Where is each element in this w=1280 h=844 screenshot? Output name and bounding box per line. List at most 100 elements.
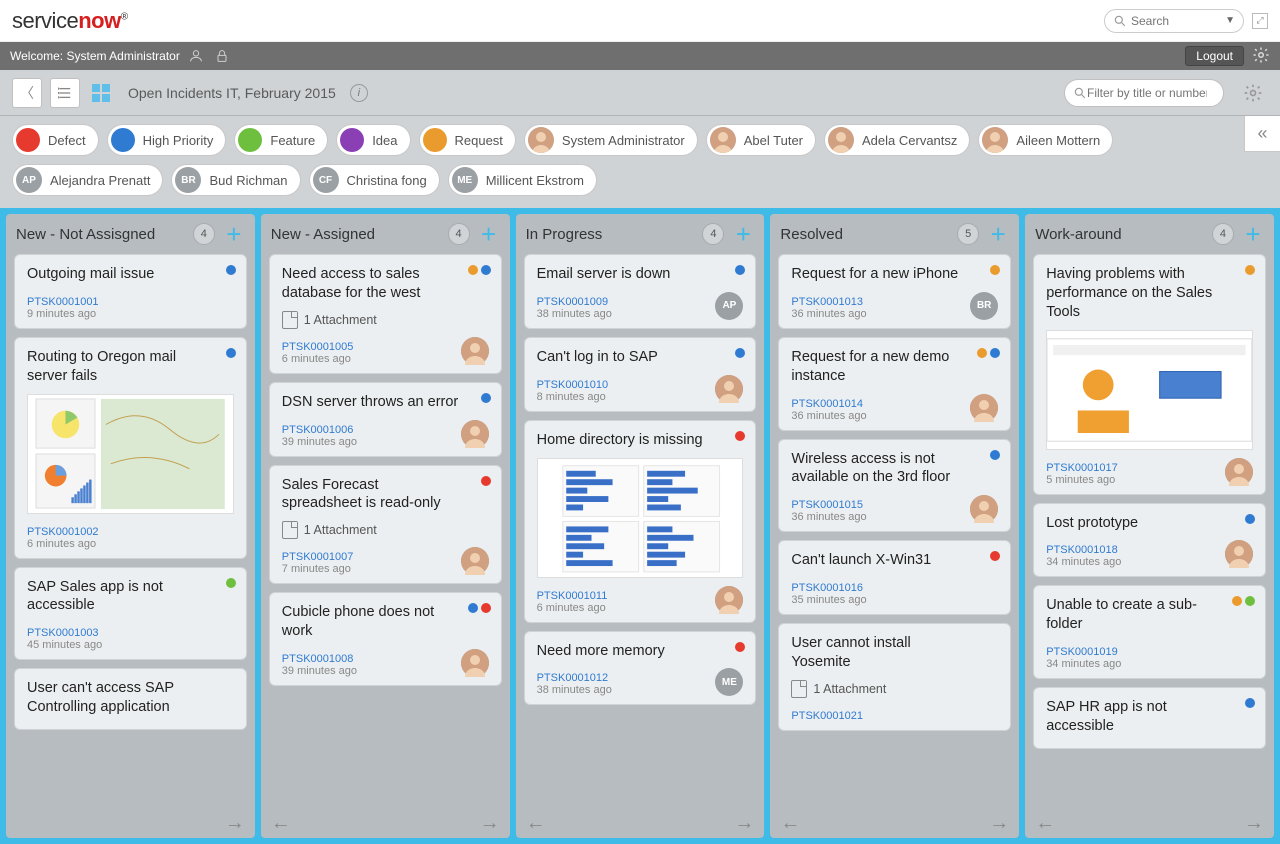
user-chip[interactable]: Adela Cervantsz xyxy=(824,124,970,156)
filter-input[interactable] xyxy=(1087,86,1207,100)
card-id[interactable]: PTSK0001006 xyxy=(282,424,357,436)
move-right-button[interactable]: → xyxy=(734,812,754,835)
column-header: In Progress 4 + xyxy=(516,214,765,254)
tag-chip[interactable]: High Priority xyxy=(107,124,227,156)
user-chip[interactable]: APAlejandra Prenatt xyxy=(12,164,163,196)
card-id[interactable]: PTSK0001014 xyxy=(791,398,866,410)
card-timestamp: 9 minutes ago xyxy=(27,308,99,320)
board-view-button[interactable] xyxy=(88,80,116,106)
board-card[interactable]: Outgoing mail issue PTSK0001001 9 minute… xyxy=(14,254,247,329)
board-card[interactable]: Having problems with performance on the … xyxy=(1033,254,1266,495)
card-id[interactable]: PTSK0001021 xyxy=(791,710,863,722)
column-footer: → xyxy=(6,808,255,838)
board-card[interactable]: Email server is down PTSK0001009 38 minu… xyxy=(524,254,757,329)
board-card[interactable]: SAP Sales app is not accessible PTSK0001… xyxy=(14,567,247,661)
expand-icon[interactable]: ⤢ xyxy=(1252,13,1268,29)
user-label: Bud Richman xyxy=(209,173,287,188)
lock-icon[interactable] xyxy=(214,48,230,64)
card-title: Can't log in to SAP xyxy=(537,348,744,367)
board-card[interactable]: User cannot install Yosemite 1 Attachmen… xyxy=(778,623,1011,731)
board-card[interactable]: Need access to sales database for the we… xyxy=(269,254,502,374)
card-id[interactable]: PTSK0001001 xyxy=(27,296,99,308)
card-id[interactable]: PTSK0001015 xyxy=(791,499,866,511)
move-left-button[interactable]: ← xyxy=(1035,812,1055,835)
board-card[interactable]: Home directory is missing PTSK0001011 6 … xyxy=(524,420,757,623)
back-button[interactable]: 〈 xyxy=(12,78,42,108)
welcome-bar: Welcome: System Administrator Logout xyxy=(0,42,1280,70)
collapse-filters-button[interactable]: « xyxy=(1244,116,1280,152)
board-card[interactable]: Unable to create a sub-folder PTSK000101… xyxy=(1033,585,1266,679)
card-id[interactable]: PTSK0001002 xyxy=(27,526,99,538)
attachment-indicator[interactable]: 1 Attachment xyxy=(282,521,489,539)
board-card[interactable]: Can't log in to SAP PTSK0001010 8 minute… xyxy=(524,337,757,412)
card-id[interactable]: PTSK0001013 xyxy=(791,296,866,308)
tag-dot xyxy=(990,450,1000,460)
card-id[interactable]: PTSK0001007 xyxy=(282,551,354,563)
list-view-button[interactable] xyxy=(50,78,80,108)
column-header: New - Assigned 4 + xyxy=(261,214,510,254)
move-right-button[interactable]: → xyxy=(480,812,500,835)
user-chip[interactable]: CFChristina fong xyxy=(309,164,440,196)
move-right-button[interactable]: → xyxy=(989,812,1009,835)
card-id[interactable]: PTSK0001019 xyxy=(1046,646,1121,658)
user-chip[interactable]: Abel Tuter xyxy=(706,124,816,156)
column-title: Resolved xyxy=(780,226,843,243)
card-id[interactable]: PTSK0001011 xyxy=(537,590,608,602)
move-left-button[interactable]: ← xyxy=(780,812,800,835)
card-id[interactable]: PTSK0001012 xyxy=(537,672,612,684)
move-left-button[interactable]: ← xyxy=(526,812,546,835)
add-card-button[interactable]: + xyxy=(223,223,245,245)
card-id[interactable]: PTSK0001017 xyxy=(1046,462,1118,474)
user-chip[interactable]: System Administrator xyxy=(524,124,698,156)
move-left-button[interactable]: ← xyxy=(271,812,291,835)
user-icon[interactable] xyxy=(188,48,204,64)
board-card[interactable]: Cubicle phone does not work PTSK0001008 … xyxy=(269,592,502,686)
attachment-icon xyxy=(791,680,807,698)
attachment-indicator[interactable]: 1 Attachment xyxy=(791,680,998,698)
card-id[interactable]: PTSK0001010 xyxy=(537,379,609,391)
board-card[interactable]: Request for a new demo instance PTSK0001… xyxy=(778,337,1011,431)
user-chip[interactable]: MEMillicent Ekstrom xyxy=(448,164,597,196)
global-search[interactable]: ▼ xyxy=(1104,9,1244,33)
avatar-initials: AP xyxy=(16,167,42,193)
gear-icon[interactable] xyxy=(1252,46,1270,67)
tag-chip[interactable]: Request xyxy=(419,124,516,156)
board-card[interactable]: Need more memory PTSK0001012 38 minutes … xyxy=(524,631,757,706)
attachment-indicator[interactable]: 1 Attachment xyxy=(282,311,489,329)
card-id[interactable]: PTSK0001009 xyxy=(537,296,612,308)
global-search-input[interactable] xyxy=(1131,14,1211,28)
board-card[interactable]: Wireless access is not available on the … xyxy=(778,439,1011,533)
tag-chip[interactable]: Defect xyxy=(12,124,99,156)
user-chip[interactable]: BRBud Richman xyxy=(171,164,300,196)
board-card[interactable]: Request for a new iPhone PTSK0001013 36 … xyxy=(778,254,1011,329)
board-column: Resolved 5 + Request for a new iPhone PT… xyxy=(770,214,1019,838)
filter-box[interactable] xyxy=(1064,79,1224,107)
add-card-button[interactable]: + xyxy=(987,223,1009,245)
card-id[interactable]: PTSK0001016 xyxy=(791,582,866,594)
card-id[interactable]: PTSK0001008 xyxy=(282,653,357,665)
add-card-button[interactable]: + xyxy=(732,223,754,245)
board-card[interactable]: User can't access SAP Controlling applic… xyxy=(14,668,247,730)
card-id[interactable]: PTSK0001018 xyxy=(1046,544,1121,556)
logout-button[interactable]: Logout xyxy=(1185,46,1244,66)
tag-chip[interactable]: Idea xyxy=(336,124,410,156)
board-card[interactable]: Lost prototype PTSK0001018 34 minutes ag… xyxy=(1033,503,1266,578)
move-right-button[interactable]: → xyxy=(1244,812,1264,835)
card-id[interactable]: PTSK0001005 xyxy=(282,341,354,353)
board-card[interactable]: Can't launch X-Win31 PTSK0001016 35 minu… xyxy=(778,540,1011,615)
board-card[interactable]: SAP HR app is not accessible xyxy=(1033,687,1266,749)
chevron-down-icon[interactable]: ▼ xyxy=(1225,15,1235,26)
move-right-button[interactable]: → xyxy=(225,812,245,835)
user-chip[interactable]: Aileen Mottern xyxy=(978,124,1113,156)
add-card-button[interactable]: + xyxy=(478,223,500,245)
info-icon[interactable]: i xyxy=(350,84,368,102)
card-id[interactable]: PTSK0001003 xyxy=(27,627,102,639)
column-body: Outgoing mail issue PTSK0001001 9 minute… xyxy=(6,254,255,808)
tag-chip[interactable]: Feature xyxy=(234,124,328,156)
tag-dot xyxy=(468,603,478,613)
board-settings-button[interactable] xyxy=(1238,78,1268,108)
board-card[interactable]: Sales Forecast spreadsheet is read-only … xyxy=(269,465,502,585)
add-card-button[interactable]: + xyxy=(1242,223,1264,245)
board-card[interactable]: Routing to Oregon mail server fails PTSK… xyxy=(14,337,247,559)
board-card[interactable]: DSN server throws an error PTSK0001006 3… xyxy=(269,382,502,457)
